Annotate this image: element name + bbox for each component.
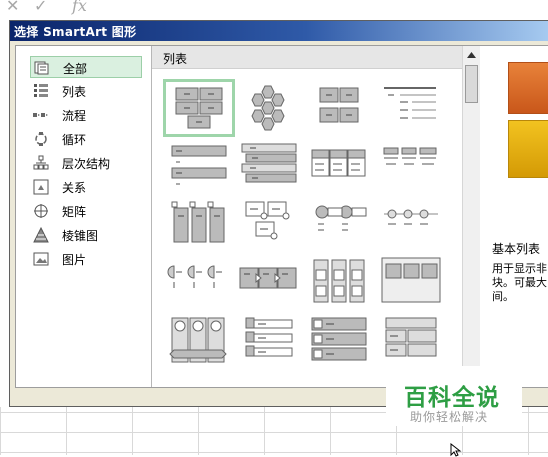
layout-horizontal-bullet-list[interactable] — [306, 140, 372, 192]
layout-tab-list[interactable] — [378, 140, 444, 192]
category-item-picture[interactable]: 图片 — [30, 248, 142, 270]
matrix-icon — [34, 204, 48, 218]
layout-column-list[interactable] — [306, 256, 372, 308]
picture-strips-icon — [169, 317, 227, 363]
layout-circle-bullet-list[interactable] — [306, 198, 372, 250]
dialog-title: 选择 SmartArt 图形 — [14, 25, 137, 39]
layout-hexagon-cluster[interactable] — [236, 82, 302, 134]
category-label: 关系 — [62, 181, 87, 195]
category-item-process[interactable]: 流程 — [30, 104, 142, 126]
all-icon — [34, 61, 49, 75]
category-label: 列表 — [62, 85, 87, 99]
hierarchy-icon — [33, 155, 49, 170]
horizontal-dot-list-icon — [384, 209, 438, 225]
column-list-icon — [313, 259, 365, 303]
category-label: 循环 — [62, 133, 87, 147]
category-item-matrix[interactable]: 矩阵 — [30, 200, 142, 222]
basic-block-list-icon — [175, 87, 223, 129]
layout-basic-block-list[interactable] — [163, 79, 235, 137]
dialog-title-bar[interactable]: 选择 SmartArt 图形 — [10, 21, 548, 41]
layout-arrow-process-list[interactable] — [236, 256, 302, 308]
arrow-process-list-icon — [239, 267, 297, 289]
square-accent-list-icon — [381, 257, 441, 303]
picture-caption-list-icon — [245, 201, 290, 240]
smartart-dialog: 选择 SmartArt 图形 全部 列表 流程 循环 层次结构 关系 矩阵 棱锥… — [9, 20, 548, 407]
process-icon — [33, 113, 48, 117]
formula-bar: ✕ ✓ fx — [0, 0, 548, 20]
dialog-body: 全部 列表 流程 循环 层次结构 关系 矩阵 棱锥图 图片 列表 基本列表 用于… — [15, 45, 548, 388]
horizontal-bullet-list-icon — [311, 149, 366, 177]
enter-icon[interactable]: ✓ — [34, 0, 47, 15]
category-item-relationship[interactable]: 关系 — [30, 176, 142, 198]
preview-gold-block: — — [508, 120, 548, 178]
picture-icon — [33, 252, 49, 266]
table-list-icon — [385, 317, 437, 357]
hexagon-cluster-icon — [251, 85, 285, 131]
category-sidebar: 全部 列表 流程 循环 层次结构 关系 矩阵 棱锥图 图片 — [16, 46, 152, 387]
cancel-icon[interactable]: ✕ — [6, 0, 19, 15]
preview-description: 用于显示非 块。可最大 间。 — [492, 262, 547, 303]
stacked-blocks-icon — [319, 87, 359, 123]
layout-trapezoid-list[interactable] — [236, 140, 302, 192]
circle-bullet-list-icon — [315, 205, 367, 231]
category-label: 流程 — [62, 109, 87, 123]
list-icon — [34, 84, 48, 97]
category-label: 棱锥图 — [62, 229, 99, 243]
category-label: 全部 — [63, 62, 88, 76]
layout-tab-vertical-list[interactable] — [236, 314, 302, 366]
layout-half-circle-list[interactable] — [166, 256, 232, 308]
layout-table-list[interactable] — [378, 314, 444, 366]
layout-lined-list[interactable] — [378, 82, 444, 134]
tab-list-icon — [383, 147, 437, 165]
gallery-header: 列表 — [152, 46, 462, 69]
layout-picture-caption-list[interactable] — [236, 198, 302, 250]
layout-gallery: 列表 — [152, 46, 462, 387]
category-item-pyramid[interactable]: 棱锥图 — [30, 224, 142, 246]
layout-vertical-bullet-list[interactable] — [166, 140, 232, 192]
watermark-subtitle: 助你轻松解决 — [410, 410, 489, 424]
gallery-header-label: 列表 — [163, 52, 188, 66]
category-item-cycle[interactable]: 循环 — [30, 128, 142, 150]
category-label: 矩阵 — [62, 205, 87, 219]
layout-stacked-blocks[interactable] — [306, 82, 372, 134]
preview-pane: — — 基本列表 用于显示非 块。可最大 间。 — [480, 46, 548, 387]
relationship-icon — [33, 179, 49, 195]
layout-picture-strips[interactable] — [166, 314, 232, 366]
half-circle-list-icon — [167, 265, 222, 288]
category-item-list[interactable]: 列表 — [30, 80, 142, 102]
scroll-thumb[interactable] — [465, 65, 478, 103]
category-item-hierarchy[interactable]: 层次结构 — [30, 152, 142, 174]
preview-orange-block: — — [508, 62, 548, 114]
watermark: 百科全说 助你轻松解决 — [386, 366, 522, 426]
layout-square-accent-list[interactable] — [378, 256, 444, 308]
layout-grouped-list[interactable] — [306, 314, 372, 366]
layout-horizontal-dot-list[interactable] — [378, 198, 444, 250]
vertical-bullet-list-icon — [171, 145, 227, 185]
gallery-scrollbar[interactable] — [462, 46, 480, 387]
cycle-icon — [35, 132, 47, 146]
lined-list-icon — [384, 87, 436, 119]
vertical-box-list-icon — [171, 201, 225, 243]
layout-vertical-box-list[interactable] — [166, 198, 232, 250]
pyramid-icon — [33, 227, 49, 243]
category-label: 图片 — [62, 253, 87, 267]
category-item-all[interactable]: 全部 — [30, 56, 142, 78]
trapezoid-list-icon — [241, 143, 297, 183]
preview-title: 基本列表 — [492, 242, 541, 256]
tab-vertical-list-icon — [245, 317, 293, 357]
scroll-up-icon[interactable] — [464, 48, 479, 63]
category-label: 层次结构 — [62, 157, 111, 171]
watermark-title: 百科全说 — [404, 385, 500, 411]
fx-icon[interactable]: fx — [72, 0, 87, 15]
grouped-list-icon — [311, 317, 367, 361]
